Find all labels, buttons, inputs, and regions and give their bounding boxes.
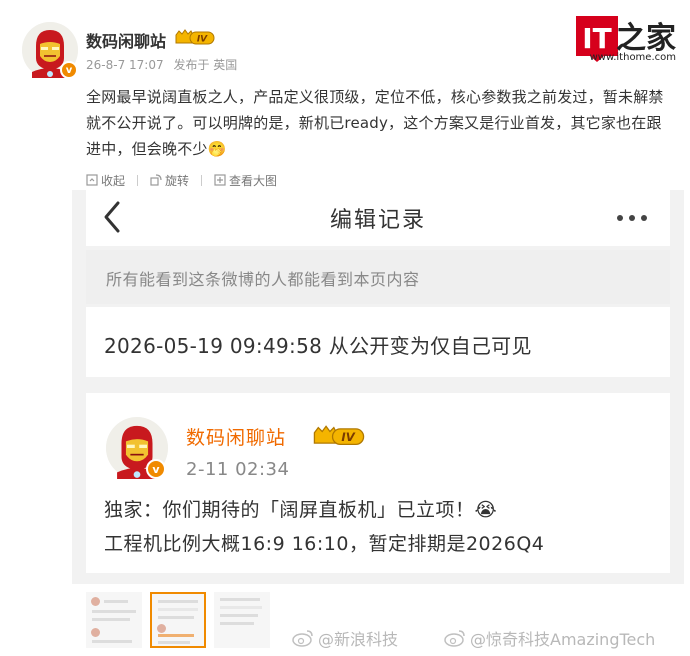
verified-badge: v: [146, 459, 166, 479]
rotate-button[interactable]: 旋转: [150, 172, 189, 189]
post-timestamp: 26-8-7 17:07: [86, 58, 164, 72]
level-badge: IV: [175, 29, 215, 45]
collapse-icon: [86, 174, 98, 186]
collapse-button[interactable]: 收起: [86, 172, 125, 189]
watermark-sina: @新浪科技: [292, 626, 398, 650]
embedded-screenshot[interactable]: 编辑记录 所有能看到这条微博的人都能看到本页内容 2026-05-19 09:4…: [72, 190, 684, 584]
inner-post-line: 独家：你们期待的「阔屏直板机」已立项！😭: [104, 499, 498, 521]
username[interactable]: 数码闲聊站: [86, 28, 166, 52]
more-icon[interactable]: [616, 214, 648, 222]
rotate-icon: [150, 174, 162, 186]
rotate-label: 旋转: [165, 173, 190, 188]
collapse-label: 收起: [101, 173, 126, 188]
image-actions: 收起 旋转 查看大图: [86, 170, 289, 190]
inner-post-line: 工程机比例大概16:9 16:10，暂定排期是2026Q4: [104, 533, 545, 555]
zoom-icon: [214, 174, 226, 186]
thumbnail-selected[interactable]: [150, 592, 206, 648]
thumbnail[interactable]: [214, 592, 270, 648]
edit-record-title: 编辑记录: [329, 208, 426, 233]
svg-text:IV: IV: [341, 430, 355, 444]
svg-text:之家: 之家: [616, 21, 676, 56]
divider: [137, 174, 139, 186]
post-location: 发布于 英国: [173, 58, 238, 72]
image-thumbnails: [86, 592, 278, 650]
inner-post-text: 独家：你们期待的「阔屏直板机」已立项！😭 工程机比例大概16:9 16:10，暂…: [104, 493, 664, 561]
weibo-icon: [444, 630, 465, 647]
weibo-icon: [292, 630, 313, 647]
edit-record-header: 编辑记录: [86, 190, 670, 246]
verified-badge: v: [60, 61, 78, 79]
watermark-amazingtech: @惊奇科技AmazingTech: [444, 626, 655, 650]
divider: [201, 174, 203, 186]
post-text: 全网最早说阔直板之人，产品定义很顶级，定位不低，核心参数我之前发过，暂未解禁就不…: [86, 88, 664, 158]
inner-username: 数码闲聊站: [186, 427, 287, 449]
original-post-card: v 数码闲聊站 IV 2-11 02:34 独家：你们期待的「阔屏直板机」已立项…: [86, 393, 670, 573]
view-large-button[interactable]: 查看大图: [214, 172, 277, 189]
visibility-notice: 所有能看到这条微博的人都能看到本页内容: [86, 250, 670, 304]
thumbnail[interactable]: [86, 592, 142, 648]
svg-text:IV: IV: [197, 35, 208, 45]
view-large-label: 查看大图: [229, 173, 278, 188]
svg-text:IT: IT: [582, 22, 612, 55]
inner-avatar: v: [106, 417, 168, 479]
ithome-url: www.ithome.com: [589, 52, 676, 63]
avatar[interactable]: v: [22, 22, 78, 79]
inner-timestamp: 2-11 02:34: [186, 459, 290, 480]
level-badge: IV: [313, 425, 365, 446]
edit-record-entry: 2026-05-19 09:49:58 从公开变为仅自己可见: [86, 307, 670, 377]
post-meta: 26-8-7 17:07 发布于 英国: [86, 56, 243, 73]
